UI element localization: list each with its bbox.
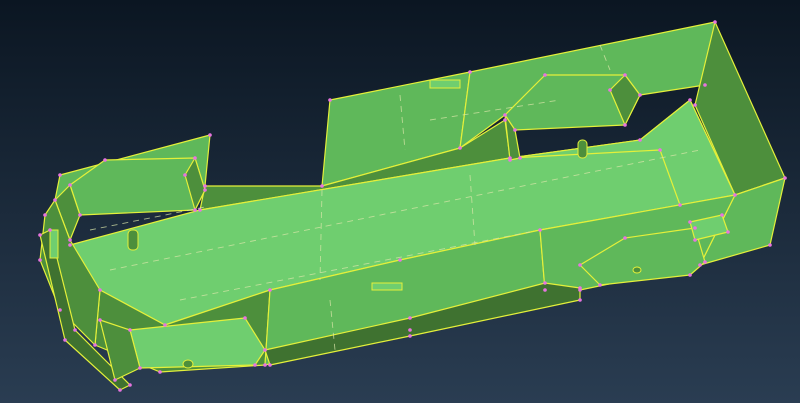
vertex-marker [128, 328, 132, 332]
vertex-marker [468, 70, 472, 74]
mounting-post [127, 229, 139, 251]
vertex-marker [698, 263, 702, 267]
cad-viewport[interactable] [0, 0, 800, 403]
vertex-marker [78, 213, 82, 217]
vertex-marker [38, 233, 42, 237]
vertex-marker [703, 83, 707, 87]
vertex-marker [503, 113, 507, 117]
mounting-post [577, 139, 588, 159]
vertex-marker [263, 348, 267, 352]
vertex-marker [98, 318, 102, 322]
vertex-marker [518, 156, 522, 160]
vertex-marker [623, 73, 627, 77]
vertex-marker [183, 173, 187, 177]
vertex-marker [638, 93, 642, 97]
vertex-marker [693, 226, 697, 230]
vertex-marker [688, 98, 692, 102]
vertex-marker [693, 238, 697, 242]
vertex-marker [578, 286, 582, 290]
vertex-marker [268, 363, 272, 367]
vertex-marker [320, 184, 324, 188]
top-tab [429, 79, 461, 89]
vertex-marker [203, 188, 207, 192]
vertex-marker [688, 220, 692, 224]
vertex-marker [128, 383, 132, 387]
mounting-hole [632, 266, 642, 274]
vertex-marker [783, 176, 787, 180]
vertex-marker [163, 323, 167, 327]
vertex-marker [253, 363, 257, 367]
vertex-marker [693, 103, 697, 107]
vertex-marker [578, 298, 582, 302]
vertex-marker [543, 288, 547, 292]
vertex-marker [503, 118, 507, 122]
vertex-marker [53, 198, 57, 202]
vertex-marker [658, 148, 662, 152]
vertex-marker [68, 183, 72, 187]
vertex-marker [263, 363, 267, 367]
vertex-marker [408, 316, 412, 320]
mounting-hole [182, 359, 194, 369]
vertex-marker [733, 193, 737, 197]
left-tab [49, 229, 59, 259]
vertex-marker [508, 158, 512, 162]
vertex-marker [58, 173, 62, 177]
vertex-marker [458, 146, 462, 150]
vertex-marker [538, 228, 542, 232]
vertex-marker [713, 20, 717, 24]
vertex-marker [768, 243, 772, 247]
vertex-marker [208, 133, 212, 137]
vertex-marker [578, 263, 582, 267]
side-tab [371, 282, 403, 291]
vertex-marker [158, 370, 162, 374]
vertex-marker [608, 88, 612, 92]
vertex-marker [38, 258, 42, 262]
vertex-marker [63, 338, 67, 342]
vertex-marker [193, 208, 197, 212]
vertex-marker [408, 328, 412, 332]
vertex-marker [328, 98, 332, 102]
vertex-marker [203, 184, 207, 188]
vertex-marker [703, 260, 707, 264]
vertex-marker [623, 236, 627, 240]
vertex-marker [93, 343, 97, 347]
vertex-marker [678, 203, 682, 207]
vertex-marker [638, 138, 642, 142]
vertex-marker [103, 158, 107, 162]
vertex-marker [268, 288, 272, 292]
vertex-marker [543, 73, 547, 77]
vertex-marker [243, 316, 247, 320]
vertex-marker [98, 288, 102, 292]
vertex-marker [720, 213, 724, 217]
vertex-marker [408, 334, 412, 338]
vertex-marker [398, 258, 402, 262]
vertex-marker [193, 156, 197, 160]
vertex-marker [543, 281, 547, 285]
vertex-marker [73, 328, 77, 332]
vertex-marker [58, 308, 62, 312]
vertex-marker [138, 366, 142, 370]
vertex-marker [726, 230, 730, 234]
vertex-marker [68, 238, 72, 242]
vertex-marker [68, 243, 72, 247]
model-canvas[interactable] [0, 0, 800, 403]
vertex-marker [688, 273, 692, 277]
vertex-marker [513, 128, 517, 132]
vertex-marker [43, 213, 47, 217]
vertex-marker [48, 228, 52, 232]
vertex-marker [598, 283, 602, 287]
vertex-marker [198, 208, 202, 212]
vertex-marker [113, 378, 117, 382]
vertex-marker [623, 123, 627, 127]
vertex-marker [118, 388, 122, 392]
